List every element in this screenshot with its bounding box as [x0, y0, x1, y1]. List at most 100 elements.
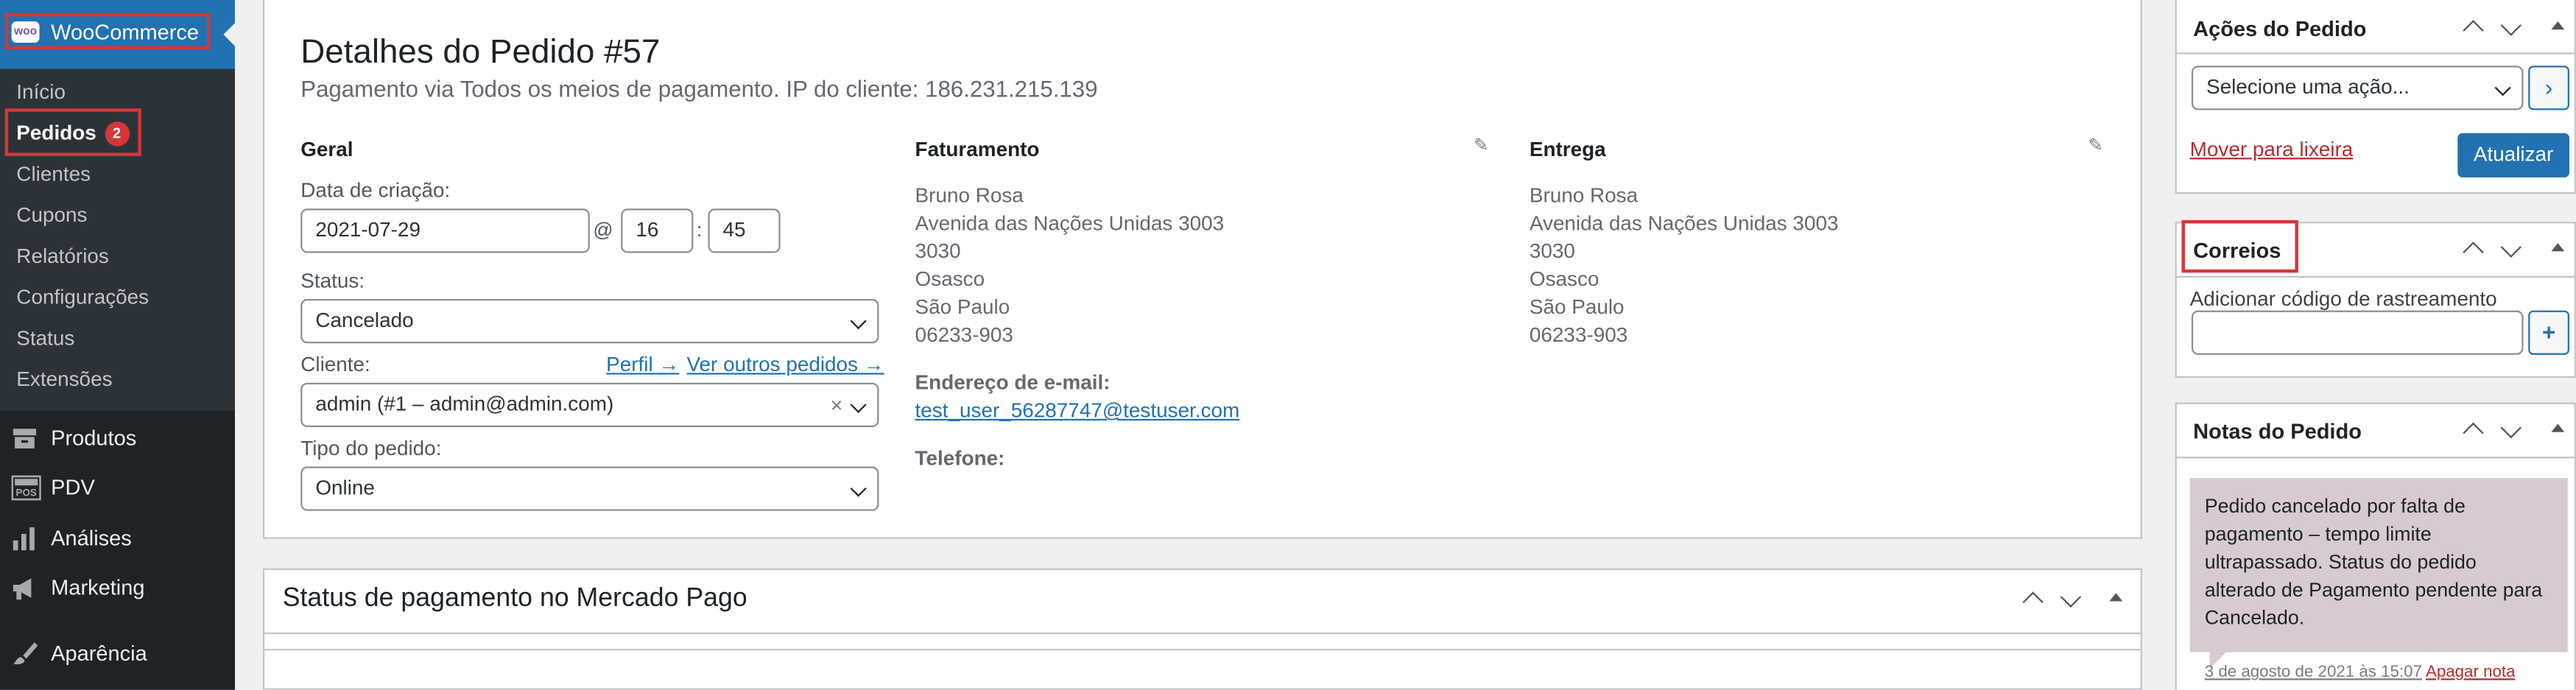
address-line: Bruno Rosa [1529, 183, 1639, 208]
menu-produtos[interactable]: Produtos [0, 414, 235, 463]
chevron-down-icon [850, 480, 867, 497]
woocommerce-menu-label: WooCommerce [51, 19, 200, 45]
toggle-panel-icon[interactable] [2551, 423, 2565, 432]
address-line: São Paulo [915, 295, 1010, 319]
date-label: Data de criação: [300, 179, 451, 203]
order-action-placeholder: Selecione uma ação... [2206, 75, 2410, 99]
toggle-panel-icon[interactable] [2109, 593, 2123, 602]
divider [2175, 52, 2576, 54]
customer-select[interactable]: admin (#1 – admin@admin.com) × [300, 382, 879, 428]
customer-label: Cliente: [300, 353, 370, 376]
menu-pdv[interactable]: POS PDV [0, 463, 235, 513]
submenu-clientes[interactable]: Clientes [16, 163, 91, 186]
tracking-code-input[interactable] [2191, 310, 2524, 355]
shipping-address: Bruno Rosa Avenida das Nações Unidas 300… [1530, 183, 1839, 351]
chevron-down-icon [850, 313, 867, 330]
menu-aparencia[interactable]: Aparência [0, 629, 235, 678]
mercado-pago-box-body [262, 650, 2142, 690]
submenu-inicio[interactable]: Início [16, 80, 66, 103]
address-line: 3030 [915, 239, 961, 263]
menu-marketing[interactable]: Marketing [0, 563, 235, 613]
billing-heading: Faturamento [915, 138, 1040, 161]
divider [2175, 275, 2576, 278]
paintbrush-icon [12, 641, 38, 667]
current-menu-arrow [223, 23, 236, 46]
highlight-box [4, 108, 141, 156]
archive-icon [12, 426, 38, 452]
svg-text:POS: POS [16, 487, 37, 499]
edit-pencil-icon[interactable]: ✎ [2088, 135, 2103, 156]
status-label: Status: [300, 269, 365, 293]
order-note: Pedido cancelado por falta de pagamento … [2189, 478, 2568, 652]
apply-action-button[interactable]: › [2528, 66, 2569, 110]
divider [2175, 457, 2576, 459]
order-notes-title: Notas do Pedido [2193, 418, 2362, 444]
status-value: Cancelado [315, 309, 414, 332]
menu-marketing-label: Marketing [51, 574, 145, 600]
address-line: 06233-903 [1529, 323, 1628, 347]
add-tracking-button[interactable]: + [2528, 310, 2569, 355]
order-action-select[interactable]: Selecione uma ação... [2191, 66, 2524, 110]
address-line: São Paulo [1529, 295, 1625, 319]
page-title: Detalhes do Pedido #57 [300, 32, 661, 71]
woocommerce-logo-icon: woo [11, 21, 40, 43]
move-to-trash-link[interactable]: Mover para lixeira [2190, 138, 2354, 161]
hour-input[interactable]: 16 [621, 208, 694, 253]
order-type-select[interactable]: Online [300, 466, 879, 511]
submenu-configuracoes[interactable]: Configurações [16, 286, 149, 309]
general-heading: Geral [300, 138, 353, 161]
menu-aparencia-label: Aparência [51, 641, 147, 666]
time-colon: : [696, 218, 703, 242]
address-line: Bruno Rosa [915, 183, 1024, 208]
shipping-heading: Entrega [1529, 138, 1606, 161]
minute-input[interactable]: 45 [708, 208, 781, 253]
submenu-relatorios[interactable]: Relatórios [16, 244, 109, 267]
email-link[interactable]: test_user_56287747@testuser.com [915, 399, 1240, 422]
chevron-down-icon [2494, 80, 2511, 96]
note-meta: 3 de agosto de 2021 às 15:07 Apagar nota [2205, 663, 2516, 682]
profile-link[interactable]: Perfil → [606, 353, 679, 376]
correios-title: Correios [2193, 238, 2281, 263]
clear-icon[interactable]: × [830, 384, 842, 426]
menu-analises[interactable]: Análises [0, 514, 235, 563]
admin-sidebar: woo WooCommerce Início Pedidos 2 Clientes… [0, 0, 236, 690]
order-type-value: Online [315, 476, 375, 500]
customer-value: admin (#1 – admin@admin.com) [315, 392, 614, 416]
email-label: Endereço de e-mail: [915, 371, 1111, 395]
mercado-pago-title: Status de pagamento no Mercado Pago [282, 585, 747, 613]
address-line: Avenida das Nações Unidas 3003 [1529, 211, 1839, 236]
update-button[interactable]: Atualizar [2457, 133, 2569, 177]
tracking-label: Adicionar código de rastreamento [2189, 287, 2497, 311]
address-line: Osasco [915, 267, 985, 291]
submenu-extensoes[interactable]: Extensões [16, 368, 112, 391]
status-select[interactable]: Cancelado [300, 299, 879, 344]
at-separator: @ [593, 218, 613, 242]
chevron-down-icon [850, 396, 867, 413]
toggle-panel-icon[interactable] [2551, 243, 2565, 252]
menu-produtos-label: Produtos [51, 425, 137, 451]
woocommerce-menu[interactable]: woo WooCommerce [0, 0, 236, 69]
pos-icon: POS [11, 475, 41, 501]
other-orders-link[interactable]: Ver outros pedidos → [686, 353, 884, 376]
submenu-status[interactable]: Status [16, 327, 74, 350]
order-actions-title: Ações do Pedido [2193, 16, 2367, 41]
note-date: 3 de agosto de 2021 às 15:07 [2204, 663, 2422, 682]
phone-label: Telefone: [915, 446, 1005, 471]
megaphone-icon [12, 575, 38, 602]
address-line: Osasco [1529, 267, 1600, 291]
submenu-cupons[interactable]: Cupons [16, 204, 87, 227]
address-line: 3030 [1529, 239, 1575, 263]
delete-note-link[interactable]: Apagar nota [2426, 663, 2516, 682]
menu-pdv-label: PDV [51, 474, 95, 500]
billing-address: Bruno Rosa Avenida das Nações Unidas 300… [915, 183, 1225, 351]
address-line: 06233-903 [915, 323, 1013, 347]
edit-pencil-icon[interactable]: ✎ [1474, 135, 1489, 156]
address-line: Avenida das Nações Unidas 3003 [915, 211, 1225, 236]
bar-chart-icon [12, 526, 38, 552]
date-input[interactable]: 2021-07-29 [300, 208, 590, 253]
toggle-panel-icon[interactable] [2551, 21, 2565, 30]
menu-analises-label: Análises [51, 525, 132, 551]
order-type-label: Tipo do pedido: [300, 437, 442, 460]
payment-info: Pagamento via Todos os meios de pagament… [300, 75, 1098, 102]
divider [264, 632, 2141, 635]
